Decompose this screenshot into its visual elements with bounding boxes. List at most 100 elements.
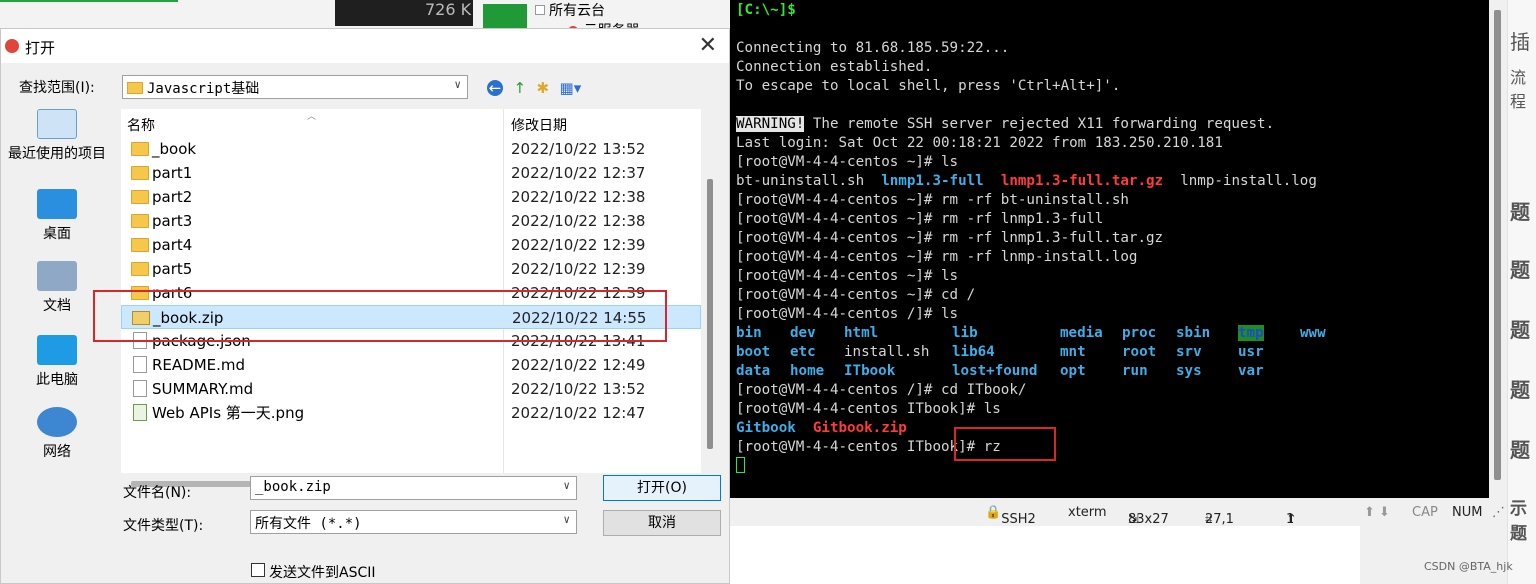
file-row[interactable]: part1 2022/10/22 12:37: [121, 161, 701, 185]
dir-entry-label: home: [790, 363, 825, 379]
dir-entry: etc: [790, 343, 844, 362]
dir-entry: proc: [1122, 324, 1176, 343]
file-row[interactable]: part4 2022/10/22 12:39: [121, 233, 701, 257]
terminal-line: [root@VM-4-4-centos ~]# ls: [736, 154, 959, 170]
filename-input[interactable]: _book.zip ∨: [250, 476, 577, 500]
view-menu-icon[interactable]: ▦▾: [560, 79, 582, 97]
dir-entry: data: [736, 362, 790, 381]
file-row[interactable]: README.md 2022/10/22 12:49: [121, 353, 701, 377]
terminal-dir-listing: data home ITbook lost+found opt run sys var: [736, 362, 1483, 381]
file-row[interactable]: SUMMARY.md 2022/10/22 13:52: [121, 377, 701, 401]
strip-text: 题: [1510, 438, 1530, 462]
highlight-selected-file: [93, 290, 667, 342]
chevron-down-icon: ∨: [454, 78, 461, 91]
dir-entry: lost+found: [952, 362, 1060, 381]
back-icon[interactable]: ←: [487, 80, 503, 96]
document-file-icon: [133, 356, 147, 373]
file-name: part5: [152, 260, 193, 278]
look-in-value: Javascript基础: [147, 81, 260, 97]
dir-entry: home: [790, 362, 844, 381]
column-date-header[interactable]: 修改日期: [511, 115, 567, 135]
place-label: 桌面: [43, 226, 71, 242]
dir-entry-label: html: [844, 325, 879, 341]
status-term: xterm: [1068, 505, 1107, 520]
column-name-header[interactable]: 名称: [127, 115, 155, 135]
cancel-button[interactable]: 取消: [603, 510, 721, 536]
session-nav-icons[interactable]: ⬆ ⬇: [1364, 505, 1390, 520]
dir-entry: opt: [1060, 362, 1122, 381]
terminal-line: Connecting to 81.68.185.59:22...: [736, 40, 1010, 56]
dir-entry: tmp: [1238, 324, 1300, 343]
network-icon: [37, 407, 77, 437]
resize-grip-icon[interactable]: ⋰: [1492, 505, 1505, 520]
warning-badge: WARNING!: [736, 116, 805, 132]
file-row[interactable]: _book 2022/10/22 13:52: [121, 137, 701, 161]
background-page: [730, 526, 1360, 584]
dir-entry: mnt: [1060, 343, 1122, 362]
up-folder-icon[interactable]: ↑: [513, 79, 526, 97]
file-row[interactable]: Web APIs 第一天.png 2022/10/22 12:47: [121, 401, 701, 425]
dir-entry-label: lost+found: [952, 363, 1038, 379]
folder-icon: [131, 238, 149, 252]
filename-label: 文件名(N):: [123, 485, 192, 501]
folder-icon: [131, 190, 149, 204]
list-scrollbar-thumb[interactable]: [707, 179, 713, 449]
terminal-ls-output: bt-uninstall.sh lnmp1.3-full lnmp1.3-ful…: [736, 172, 1483, 191]
dir-entry: var: [1238, 362, 1300, 381]
open-button[interactable]: 打开(O): [603, 475, 721, 501]
filetype-select[interactable]: 所有文件 (*.*) ∨: [250, 510, 577, 534]
strip-text: 题: [1510, 318, 1530, 342]
status-ssh: 🔒 SSH2: [985, 505, 1036, 527]
terminal-scrollbar-thumb[interactable]: [1494, 10, 1501, 480]
ls-archive: lnmp1.3-full.tar.gz: [1000, 173, 1164, 189]
file-row[interactable]: part2 2022/10/22 12:38: [121, 185, 701, 209]
tree-checkbox[interactable]: [535, 5, 545, 15]
terminal-line: [root@VM-4-4-centos ~]# ls: [736, 268, 959, 284]
dir-entry-label: var: [1238, 363, 1264, 379]
terminal-local-prompt: [C:\~]$: [736, 2, 796, 18]
terminal-ls-output: Gitbook Gitbook.zip: [736, 419, 1483, 438]
status-num: NUM: [1452, 505, 1483, 520]
app-icon: [5, 39, 19, 53]
close-icon[interactable]: ✕: [699, 33, 717, 58]
dir-entry: run: [1122, 362, 1176, 381]
dir-entry: ITbook: [844, 362, 952, 381]
chevron-down-icon: ∨: [563, 513, 570, 526]
warning-text: The remote SSH server rejected X11 forwa…: [804, 116, 1275, 132]
file-row[interactable]: part5 2022/10/22 12:39: [121, 257, 701, 281]
terminal-line: [root@VM-4-4-centos ~]# cd /: [736, 287, 976, 303]
terminal[interactable]: [C:\~]$ Connecting to 81.68.185.59:22...…: [730, 0, 1489, 498]
status-pos-label: 27,1: [1205, 512, 1234, 527]
folder-icon: [131, 214, 149, 228]
file-row[interactable]: part3 2022/10/22 12:38: [121, 209, 701, 233]
place-this-pc[interactable]: 此电脑: [1, 335, 113, 389]
status-size-label: 83x27: [1128, 512, 1169, 527]
file-name: README.md: [152, 356, 246, 374]
ls-archive: Gitbook.zip: [812, 420, 907, 436]
ls-file: bt-uninstall.sh: [736, 173, 882, 189]
file-name: part1: [152, 164, 193, 182]
new-folder-icon[interactable]: ✱: [536, 79, 549, 97]
file-name: SUMMARY.md: [152, 380, 254, 398]
terminal-line: Last login: Sat Oct 22 00:18:21 2022 fro…: [736, 135, 1223, 151]
file-name: part2: [152, 188, 193, 206]
terminal-line: [root@VM-4-4-centos ITbook]# ls: [736, 401, 1001, 417]
file-name: part4: [152, 236, 193, 254]
dir-entry: lib64: [952, 343, 1060, 362]
dir-entry-label: lib64: [952, 344, 995, 360]
place-network[interactable]: 网络: [1, 407, 113, 461]
dir-entry-label: etc: [790, 344, 816, 360]
documents-icon: [37, 261, 77, 291]
dir-entry: www: [1300, 324, 1340, 343]
place-recent[interactable]: 最近使用的项目: [1, 109, 113, 163]
file-name: part3: [152, 212, 193, 230]
status-ssh-label: SSH2: [1001, 512, 1036, 527]
place-label: 文档: [43, 298, 71, 314]
ascii-checkbox[interactable]: [251, 563, 265, 577]
tree-item[interactable]: 所有云台: [549, 3, 605, 19]
place-desktop[interactable]: 桌面: [1, 189, 113, 243]
image-file-icon: [133, 404, 147, 421]
look-in-combo[interactable]: Javascript基础 ∨: [122, 75, 468, 99]
